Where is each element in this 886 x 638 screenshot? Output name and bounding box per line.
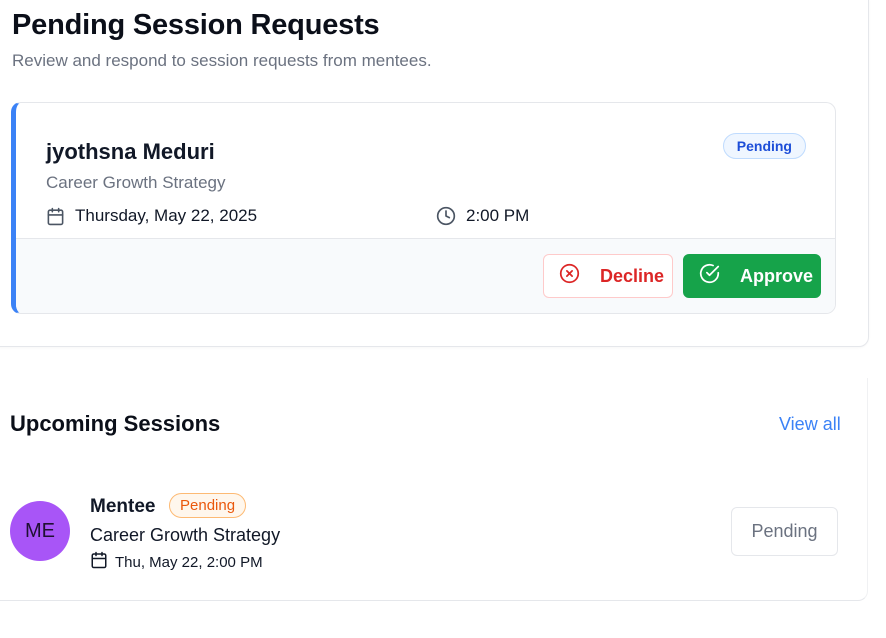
request-time: 2:00 PM bbox=[466, 206, 530, 225]
session-topic: Career Growth Strategy bbox=[90, 525, 281, 545]
approve-label: Approve bbox=[740, 265, 814, 286]
request-time-row: 2:00 PM bbox=[436, 206, 529, 226]
page-title: Pending Session Requests bbox=[12, 9, 380, 41]
request-card-footer: Decline Approve bbox=[16, 238, 835, 313]
page-subtitle: Review and respond to session requests f… bbox=[12, 51, 432, 70]
session-request-card: jyothsna Meduri Pending Career Growth St… bbox=[11, 102, 836, 314]
check-circle-icon bbox=[699, 263, 720, 289]
session-datetime: Thu, May 22, 2:00 PM bbox=[115, 553, 263, 571]
request-status-badge: Pending bbox=[722, 133, 806, 159]
upcoming-sessions-title: Upcoming Sessions bbox=[10, 411, 221, 436]
session-status-badge: Pending bbox=[169, 493, 247, 518]
approve-button[interactable]: Approve bbox=[683, 254, 821, 298]
x-circle-icon bbox=[559, 263, 580, 289]
request-topic: Career Growth Strategy bbox=[46, 173, 226, 192]
request-date-row: Thursday, May 22, 2025 bbox=[46, 206, 257, 226]
calendar-icon bbox=[46, 207, 65, 226]
session-datetime-row: Thu, May 22, 2:00 PM bbox=[90, 551, 263, 573]
request-date: Thursday, May 22, 2025 bbox=[75, 206, 258, 225]
decline-label: Decline bbox=[600, 265, 665, 286]
session-pending-button[interactable]: Pending bbox=[731, 507, 838, 556]
view-all-link[interactable]: View all bbox=[779, 414, 841, 435]
clock-icon bbox=[436, 206, 456, 226]
decline-button[interactable]: Decline bbox=[543, 254, 673, 298]
request-mentee-name: jyothsna Meduri bbox=[46, 139, 215, 164]
avatar: ME bbox=[10, 501, 70, 561]
calendar-icon bbox=[90, 551, 108, 573]
session-mentee-name: Mentee bbox=[90, 496, 156, 517]
